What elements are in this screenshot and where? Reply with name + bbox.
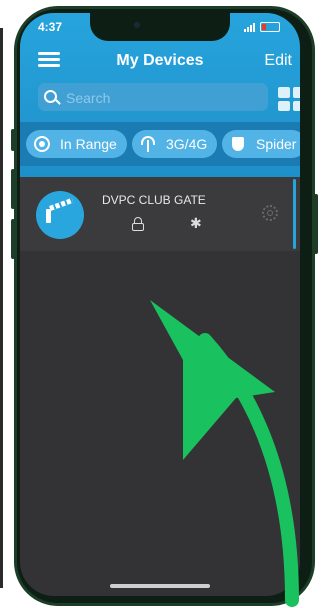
status-icons bbox=[244, 22, 280, 32]
home-indicator bbox=[110, 584, 210, 588]
row-scroll-indicator bbox=[293, 179, 296, 249]
gear-icon[interactable] bbox=[262, 205, 278, 221]
power-button bbox=[314, 194, 318, 254]
filter-chip-label: In Range bbox=[60, 136, 117, 152]
adjacent-phone-edge bbox=[0, 28, 3, 588]
app-screen: 4:37 My Devices Edit In Rang bbox=[20, 13, 300, 596]
battery-icon bbox=[260, 22, 280, 32]
filter-bar: In Range 3G/4G Spider bbox=[20, 122, 300, 166]
page-title: My Devices bbox=[116, 52, 204, 69]
volume-up-button bbox=[11, 169, 15, 209]
app-header: 4:37 My Devices Edit In Rang bbox=[20, 13, 300, 183]
filter-chip-spider[interactable]: Spider bbox=[222, 130, 300, 158]
device-name: DVPC CLUB GATE bbox=[102, 193, 206, 207]
barrier-gate-icon bbox=[46, 197, 74, 223]
shield-icon bbox=[230, 136, 246, 152]
gate-device-avatar bbox=[36, 191, 84, 239]
lock-icon bbox=[132, 217, 144, 231]
search-icon bbox=[44, 90, 57, 103]
target-icon bbox=[34, 136, 50, 152]
status-time: 4:37 bbox=[38, 20, 63, 34]
filter-chip-3g-4g[interactable]: 3G/4G bbox=[132, 130, 218, 158]
grid-view-icon[interactable] bbox=[278, 87, 300, 111]
bluetooth-icon: ✱ bbox=[190, 215, 202, 231]
mute-switch bbox=[11, 129, 15, 151]
search-box[interactable] bbox=[38, 83, 268, 111]
signal-icon bbox=[244, 22, 256, 32]
antenna-icon bbox=[140, 136, 156, 152]
device-list-item[interactable]: DVPC CLUB GATE ✱ bbox=[20, 177, 300, 251]
camera-icon bbox=[134, 22, 140, 28]
volume-down-button bbox=[11, 219, 15, 259]
edit-button[interactable]: Edit bbox=[264, 52, 292, 70]
filter-chip-label: Spider bbox=[256, 136, 297, 152]
filter-chip-in-range[interactable]: In Range bbox=[26, 130, 127, 158]
camera-notch bbox=[90, 13, 230, 41]
filter-chip-label: 3G/4G bbox=[166, 136, 208, 152]
search-input[interactable] bbox=[64, 87, 268, 109]
